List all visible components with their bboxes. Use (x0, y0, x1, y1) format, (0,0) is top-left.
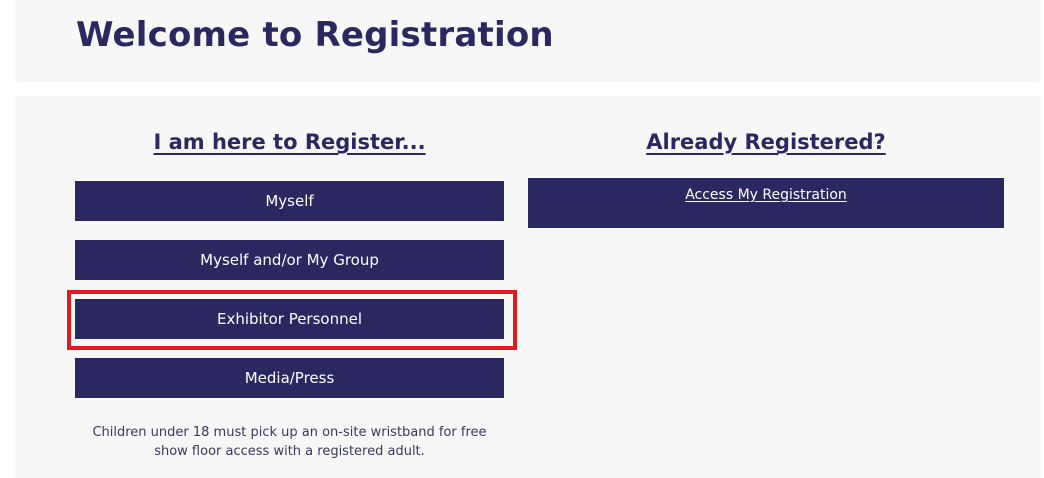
registration-page: Welcome to Registration I am here to Reg… (0, 0, 1044, 478)
registration-card: I am here to Register... Myself Myself a… (16, 96, 1040, 478)
children-wristband-note: Children under 18 must pick up an on-sit… (92, 425, 487, 459)
register-heading: I am here to Register... (153, 130, 426, 154)
header-card: Welcome to Registration (16, 0, 1040, 80)
register-group-button[interactable]: Myself and/or My Group (75, 240, 504, 280)
already-registered-heading: Already Registered? (646, 130, 886, 154)
register-myself-button[interactable]: Myself (75, 181, 504, 221)
register-exhibitor-button[interactable]: Exhibitor Personnel (75, 299, 504, 339)
page-title: Welcome to Registration (76, 15, 554, 55)
register-media-button[interactable]: Media/Press (75, 358, 504, 398)
access-registration-label: Access My Registration (685, 187, 847, 203)
access-registration-button[interactable]: Access My Registration (528, 178, 1004, 228)
